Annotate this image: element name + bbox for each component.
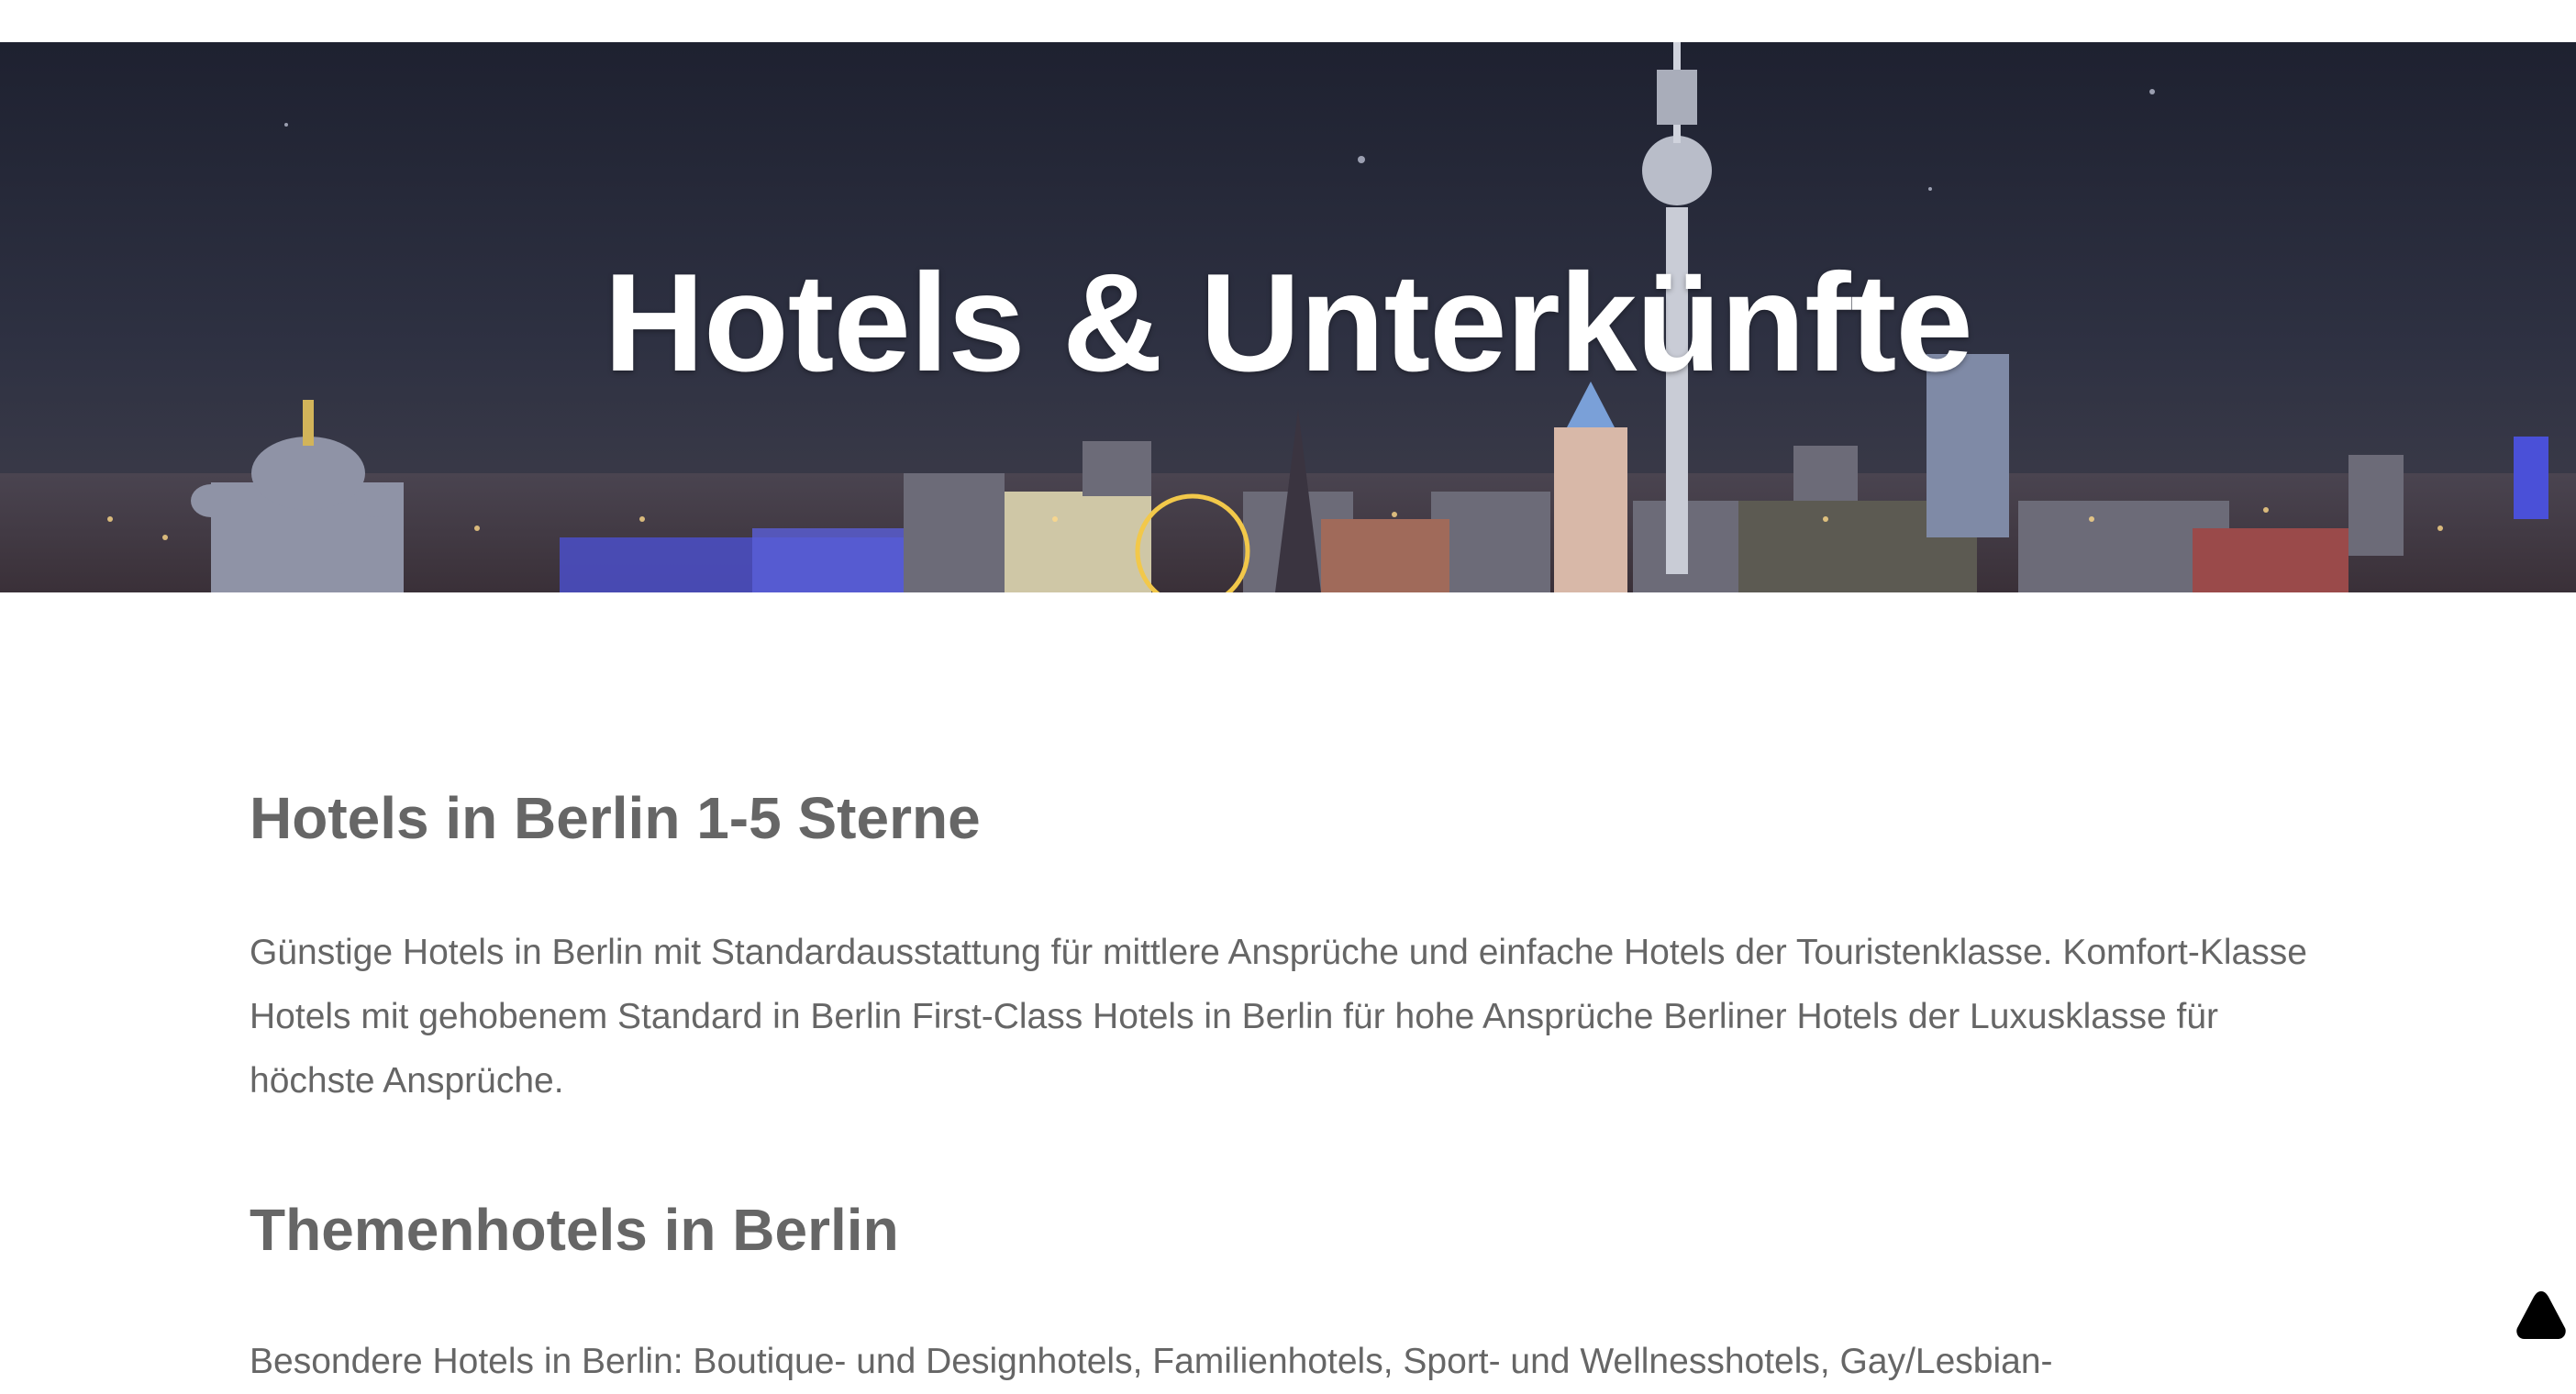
section-text-hotels-stars: Günstige Hotels in Berlin mit Standardau… bbox=[250, 933, 2307, 1101]
page-title: Hotels & Unterkünfte bbox=[604, 245, 1973, 401]
section-heading-theme-hotels: Themenhotels in Berlin bbox=[250, 1197, 899, 1263]
hero-banner: Hotels & Unterkünfte bbox=[0, 42, 2576, 592]
top-bar bbox=[0, 0, 2576, 42]
triangle-up-icon bbox=[2516, 1291, 2566, 1339]
section-text-theme-hotels: Besondere Hotels in Berlin: Boutique- un… bbox=[250, 1342, 2053, 1381]
section-heading-hotels-stars: Hotels in Berlin 1-5 Sterne bbox=[250, 785, 981, 851]
scroll-to-top-button[interactable] bbox=[2514, 1288, 2569, 1343]
